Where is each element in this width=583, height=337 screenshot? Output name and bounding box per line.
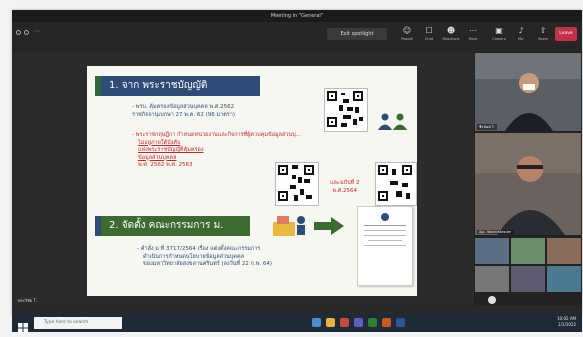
leave-button[interactable]: Leave [555, 27, 577, 41]
people-illustration-icon [375, 112, 411, 130]
share-icon: ⇧ [539, 26, 547, 35]
teams-icon[interactable] [354, 318, 363, 327]
slide-order-text: - คำสั่ง ม ที่ 3717/2564 เรื่อง แต่งตั้ง… [137, 246, 272, 267]
camera-button[interactable]: ▣ Camera [488, 26, 510, 46]
taskbar-search-input[interactable]: Type here to search [34, 317, 122, 329]
participant-thumb[interactable] [547, 266, 581, 292]
exit-spotlight-button[interactable]: Exit spotlight [327, 28, 387, 40]
mic-icon: ♪ [518, 26, 524, 35]
participants-panel: ชีรวัฒน์ T. Ajp. Vanchailesder [474, 52, 582, 305]
people-icon: ☺ [402, 26, 412, 35]
excel-icon[interactable] [368, 318, 377, 327]
participant-avatar [475, 133, 581, 235]
slide-heading-2: 2. จัดตั้ง คณะกรรมการ ม. [95, 216, 250, 236]
reactions-icon: ☻ [446, 26, 456, 35]
participant-avatar [475, 53, 581, 131]
meeting-toolbar: ⋯ Exit spotlight ☺ People ☐ Chat ☻ React… [12, 22, 582, 53]
slide-heading-1: 1. จาก พระราชบัญญัติ [95, 76, 260, 96]
participant-video-tile[interactable]: ชีรวัฒน์ T. [475, 53, 581, 131]
presentation-slide: 1. จาก พระราชบัญญัติ - พรบ. คุ้มครองข้อม… [87, 66, 417, 296]
status-dot-icon [24, 30, 29, 35]
self-view-icon[interactable] [488, 296, 496, 304]
chat-button[interactable]: ☐ Chat [418, 26, 440, 46]
participant-thumb[interactable] [475, 266, 509, 292]
presenter-name: พระวิชัย T. [18, 298, 37, 303]
chat-icon: ☐ [425, 26, 433, 35]
more-button[interactable]: ⋯ More [462, 26, 484, 46]
participant-thumb[interactable] [475, 238, 509, 264]
participant-thumb[interactable] [547, 238, 581, 264]
qr-code-icon [375, 162, 417, 206]
powerpoint-icon[interactable] [382, 318, 391, 327]
seal-icon [381, 213, 389, 221]
participant-thumb[interactable] [511, 238, 545, 264]
participant-thumb[interactable] [511, 266, 545, 292]
more-icon: ⋯ [469, 26, 477, 35]
windows-taskbar: Type here to search 10:02 AM 1/1/2022 [12, 314, 582, 333]
edge-icon[interactable] [312, 318, 321, 327]
more-options-icon[interactable]: ⋯ [34, 28, 40, 35]
slide-bullet-1: - พรบ. คุ้มครองข้อมูลส่วนบุคคล พ.ศ.2562 … [132, 104, 235, 118]
committee-illustration-icon [269, 212, 309, 238]
slide-edition-2: และฉบับที่ 2 พ.ศ.2564 [330, 180, 360, 194]
teams-meeting-window: Meeting in "General" ⋯ Exit spotlight ☺ … [12, 10, 582, 315]
reactions-button[interactable]: ☻ Reactions [440, 26, 462, 46]
people-button[interactable]: ☺ People [396, 26, 418, 46]
qr-code-icon [275, 162, 319, 206]
qr-code-icon [324, 88, 368, 132]
share-button[interactable]: ⇧ Share [532, 26, 554, 46]
title-bar: Meeting in "General" [12, 10, 582, 22]
file-explorer-icon[interactable] [326, 318, 335, 327]
mic-button[interactable]: ♪ Mic [510, 26, 532, 46]
window-title: Meeting in "General" [270, 13, 324, 19]
shared-screen-stage: 1. จาก พระราชบัญญัติ - พรบ. คุ้มครองข้อม… [12, 52, 474, 305]
arrow-right-icon [314, 217, 344, 235]
camera-icon: ▣ [495, 26, 503, 35]
participant-video-tile[interactable]: Ajp. Vanchailesder [475, 133, 581, 235]
taskbar-clock[interactable]: 10:02 AM 1/1/2022 [557, 316, 576, 328]
chrome-icon[interactable] [340, 318, 349, 327]
status-dot-icon [16, 30, 21, 35]
word-icon[interactable] [396, 318, 405, 327]
windows-start-icon[interactable] [18, 318, 28, 333]
document-thumbnail [357, 206, 413, 286]
